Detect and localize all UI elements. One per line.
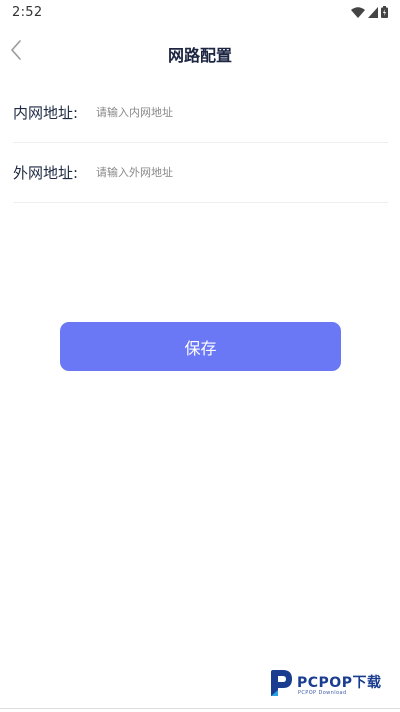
- intranet-address-input[interactable]: [96, 106, 388, 119]
- save-button[interactable]: 保存: [60, 322, 341, 371]
- cellular-signal-icon: [368, 6, 378, 18]
- wifi-icon: [351, 6, 365, 18]
- watermark-text: PCPOP下载: [297, 675, 382, 691]
- nav-bar: 网路配置: [0, 30, 400, 74]
- extranet-address-input[interactable]: [96, 166, 388, 179]
- battery-charging-icon: [381, 6, 388, 18]
- extranet-address-label: 外网地址:: [13, 164, 79, 182]
- watermark-subtext: PCPOP Download: [298, 690, 347, 696]
- extranet-address-row: 外网地址:: [13, 143, 388, 203]
- network-config-form: 内网地址: 外网地址:: [13, 83, 388, 203]
- watermark: PCPOP下载 PCPOP Download: [268, 668, 394, 700]
- page-title: 网路配置: [167, 46, 232, 65]
- intranet-address-row: 内网地址:: [13, 83, 388, 143]
- status-icons: [351, 6, 388, 18]
- intranet-address-label: 内网地址:: [13, 104, 79, 122]
- status-time: 2:52: [12, 4, 43, 20]
- bottom-divider: [0, 708, 400, 709]
- status-bar: 2:52: [0, 0, 400, 24]
- pcpop-logo-icon: [268, 668, 294, 698]
